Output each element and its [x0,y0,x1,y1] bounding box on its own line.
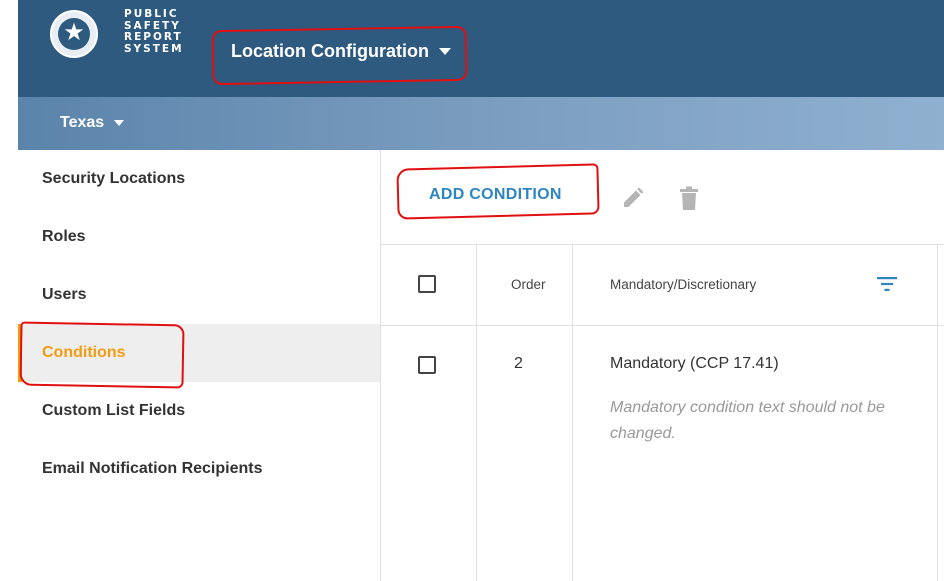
column-divider [476,245,477,581]
state-label: Texas [60,114,105,131]
column-header-mandatory-discretionary: Mandatory/Discretionary [610,277,757,292]
app-header: ★ PUBLIC SAFETY REPORT SYSTEM Location C… [18,0,944,97]
star-icon: ★ [63,18,85,46]
add-condition-button[interactable]: ADD CONDITION [429,186,562,204]
column-divider [572,245,573,581]
sidebar-item-label: Email Notification Recipients [42,460,263,477]
active-indicator [18,324,22,382]
sidebar-item-label: Users [42,286,87,303]
row-order: 2 [514,355,523,372]
main-panel: ADD CONDITION Order Mandatory/Discretion… [381,150,944,581]
conditions-table: Order Mandatory/Discretionary 2 Mandator… [381,245,944,581]
filter-icon[interactable] [877,276,897,292]
sidebar-item-roles[interactable]: Roles [18,208,380,266]
brand-line: REPORT [124,31,183,43]
trash-icon[interactable] [677,183,701,213]
brand-line: SYSTEM [124,42,184,55]
state-bar: Texas [18,97,944,150]
row-condition-note: Mandatory condition text should not be c… [610,399,885,442]
window-left-edge [0,0,18,581]
pencil-icon[interactable] [620,183,644,213]
sidebar-item-custom-list-fields[interactable]: Custom List Fields [18,382,380,440]
brand-line: PUBLIC [124,8,179,20]
sidebar-item-security-locations[interactable]: Security Locations [18,150,380,208]
row-checkbox[interactable] [418,356,436,374]
seal-logo: ★ [50,10,98,58]
location-configuration-menu[interactable]: Location Configuration [223,28,459,74]
select-all-checkbox[interactable] [418,275,436,293]
column-header-order: Order [511,277,546,292]
brand-wordmark: PUBLIC SAFETY REPORT SYSTEM [124,8,184,55]
row-condition-type: Mandatory (CCP 17.41) [610,355,779,372]
caret-down-icon [114,120,125,126]
caret-down-icon [438,47,451,55]
sidebar-nav: Security Locations Roles Users Condition… [18,150,381,581]
sidebar-item-label: Custom List Fields [42,402,186,419]
app-menu-label: Location Configuration [231,40,429,61]
sidebar-item-label: Roles [42,228,86,245]
sidebar-item-users[interactable]: Users [18,266,380,324]
sidebar-item-email-notification-recipients[interactable]: Email Notification Recipients [18,440,380,498]
column-divider [937,245,938,581]
sidebar-item-conditions[interactable]: Conditions [18,324,380,382]
sidebar-item-label: Security Locations [42,170,186,187]
state-selector[interactable]: Texas [60,114,125,132]
sidebar-item-label: Conditions [42,344,126,361]
toolbar: ADD CONDITION [381,150,944,245]
